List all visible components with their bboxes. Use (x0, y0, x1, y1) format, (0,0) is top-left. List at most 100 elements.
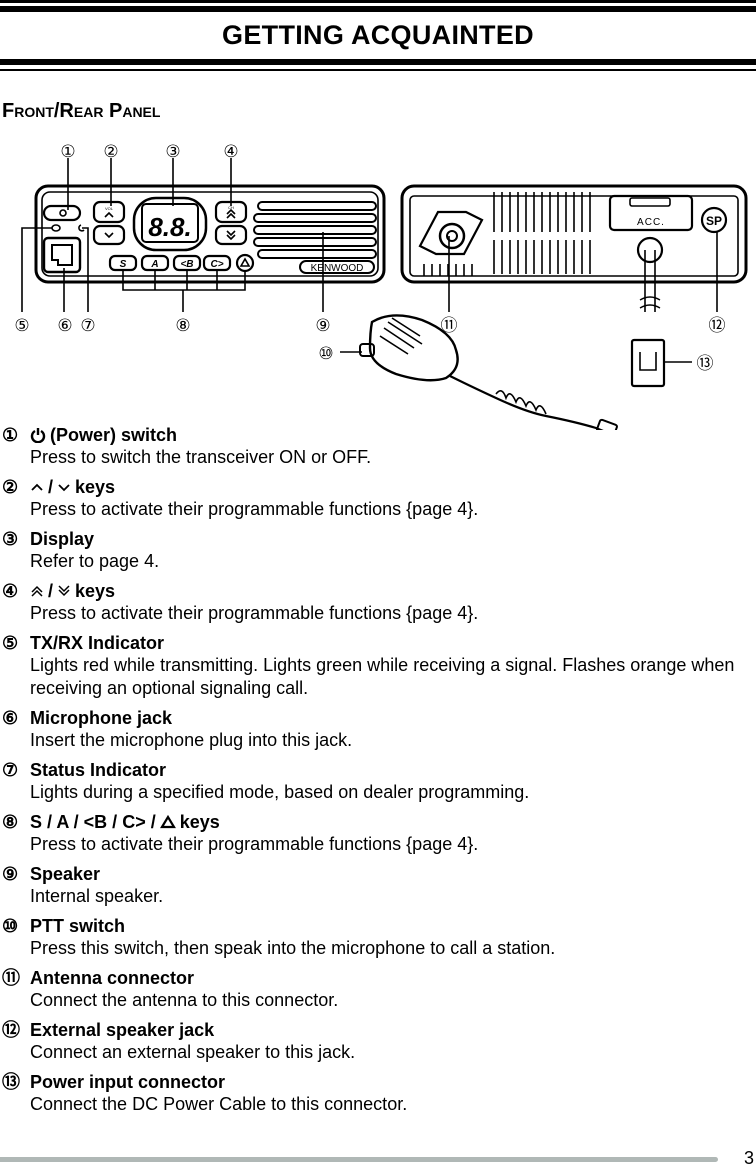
item-title: Power input connector (30, 1072, 226, 1092)
footer-rule (0, 1157, 718, 1162)
item-number: ⑬ (2, 1072, 20, 1092)
item-title: Speaker (30, 864, 101, 884)
list-item: ④ / keys Press to activate their program… (0, 580, 756, 625)
double-chevron-down-icon (58, 585, 70, 597)
item-title: Antenna connector (30, 968, 195, 988)
callout-2: ② (103, 142, 118, 161)
item-title: Microphone jack (30, 708, 173, 728)
list-item: ⑬ Power input connector Connect the DC P… (0, 1071, 756, 1116)
list-item: ⑨ Speaker Internal speaker. (0, 863, 756, 908)
rear-panel (400, 184, 748, 388)
item-number: ⑧ (2, 812, 19, 832)
list-item: ⑥ Microphone jack Insert the microphone … (0, 707, 756, 752)
item-title: PTT switch (30, 916, 126, 936)
item-title: (Power) switch (50, 425, 178, 445)
txrx-indicator (51, 224, 61, 232)
item-title: keys (75, 581, 116, 601)
separator: / (48, 477, 54, 497)
item-title: External speaker jack (30, 1020, 215, 1040)
separator: / (48, 581, 54, 601)
power-input-connector (630, 338, 666, 388)
item-list: ① (Power) switch Press to switch the tra… (0, 424, 756, 1123)
item-number: ⑨ (2, 864, 19, 884)
b-key-label: <B (180, 259, 193, 270)
item-number: ⑦ (2, 760, 19, 780)
list-item: ② / keys Press to activate their program… (0, 476, 756, 521)
callout-12: ⑫ (709, 316, 726, 335)
item-description: Internal speaker. (30, 886, 164, 906)
callout-11: ⑪ (441, 316, 458, 335)
vol-label: VOL (105, 206, 114, 211)
list-item: ⑧ S / A / <B / C> / keys Press to activa… (0, 811, 756, 856)
item-number: ⑤ (2, 633, 19, 653)
item-title: Display (30, 529, 95, 549)
item-description: Press to activate their programmable fun… (30, 834, 479, 854)
callout-4: ④ (223, 142, 238, 161)
item-number: ③ (2, 529, 19, 549)
acc-label: ACC. (637, 217, 665, 228)
callout-10: ⑩ (318, 344, 333, 363)
microphone-jack (42, 236, 82, 274)
callout-6: ⑥ (57, 316, 72, 335)
radio-panel-diagram: 8.8. S A <B C> VOL CH KENWOOD ACC. SP ① … (14, 142, 748, 430)
item-description: Lights red while transmitting. Lights gr… (30, 655, 735, 698)
vol-down-key (92, 224, 126, 246)
sp-label: SP (706, 214, 722, 228)
item-title: Status Indicator (30, 760, 167, 780)
item-description: Connect an external speaker to this jack… (30, 1042, 356, 1062)
header-rule-bottom-thin (0, 69, 756, 71)
power-button (42, 204, 82, 222)
item-number: ⑫ (2, 1020, 20, 1040)
item-description: Press to switch the transceiver ON or OF… (30, 447, 372, 467)
list-item: ⑦ Status Indicator Lights during a speci… (0, 759, 756, 804)
ch-label: CH (228, 205, 234, 210)
callout-7: ⑦ (80, 316, 95, 335)
item-description: Press to activate their programmable fun… (30, 603, 479, 623)
item-number: ② (2, 477, 19, 497)
item-description: Lights during a specified mode, based on… (30, 782, 530, 802)
triangle-icon (159, 815, 176, 829)
callout-1: ① (60, 142, 75, 161)
section-title: Front/Rear Panel (2, 100, 161, 122)
microphone (359, 314, 618, 430)
item-description: Insert the microphone plug into this jac… (30, 730, 353, 750)
callout-13: ⑬ (697, 354, 714, 373)
page-number: 3 (743, 1148, 754, 1168)
callout-5: ⑤ (14, 316, 29, 335)
header-rule-bottom-thick (0, 59, 756, 65)
header-rule-top-thin (0, 0, 756, 3)
item-description: Press this switch, then speak into the m… (30, 938, 556, 958)
item-title: TX/RX Indicator (30, 633, 165, 653)
item-number: ① (2, 425, 19, 445)
callout-8: ⑧ (175, 316, 190, 335)
page-title: GETTING ACQUAINTED (222, 20, 534, 50)
item-number: ⑩ (2, 916, 19, 936)
list-item: ⑩ PTT switch Press this switch, then spe… (0, 915, 756, 960)
item-number: ④ (2, 581, 19, 601)
list-item: ⑤ TX/RX Indicator Lights red while trans… (0, 632, 756, 700)
double-chevron-up-icon (31, 585, 43, 597)
item-title: keys (75, 477, 116, 497)
list-item: ③ Display Refer to page 4. (0, 528, 756, 573)
brand-logo: KENWOOD (311, 263, 364, 274)
header-rule-top-thick (0, 6, 756, 12)
item-description: Connect the antenna to this connector. (30, 990, 339, 1010)
callout-9: ⑨ (315, 316, 330, 335)
s-key-label: S (120, 259, 127, 270)
a-key-label: A (150, 259, 158, 270)
item-title: S / A / <B / C> / (30, 812, 156, 832)
item-description: Refer to page 4. (30, 551, 160, 571)
list-item: ⑫ External speaker jack Connect an exter… (0, 1019, 756, 1064)
item-description: Connect the DC Power Cable to this conne… (30, 1094, 408, 1114)
chevron-down-icon (58, 484, 70, 492)
item-title-suffix: keys (179, 812, 220, 832)
c-key-label: C> (210, 259, 223, 270)
chevron-up-icon (31, 483, 43, 491)
list-item: ⑪ Antenna connector Connect the antenna … (0, 967, 756, 1012)
item-number: ⑥ (2, 708, 19, 728)
speaker-grille (253, 201, 377, 259)
item-description: Press to activate their programmable fun… (30, 499, 479, 519)
list-item: ① (Power) switch Press to switch the tra… (0, 424, 756, 469)
antenna-connector (418, 210, 484, 256)
display-digits: 8.8. (148, 212, 191, 242)
